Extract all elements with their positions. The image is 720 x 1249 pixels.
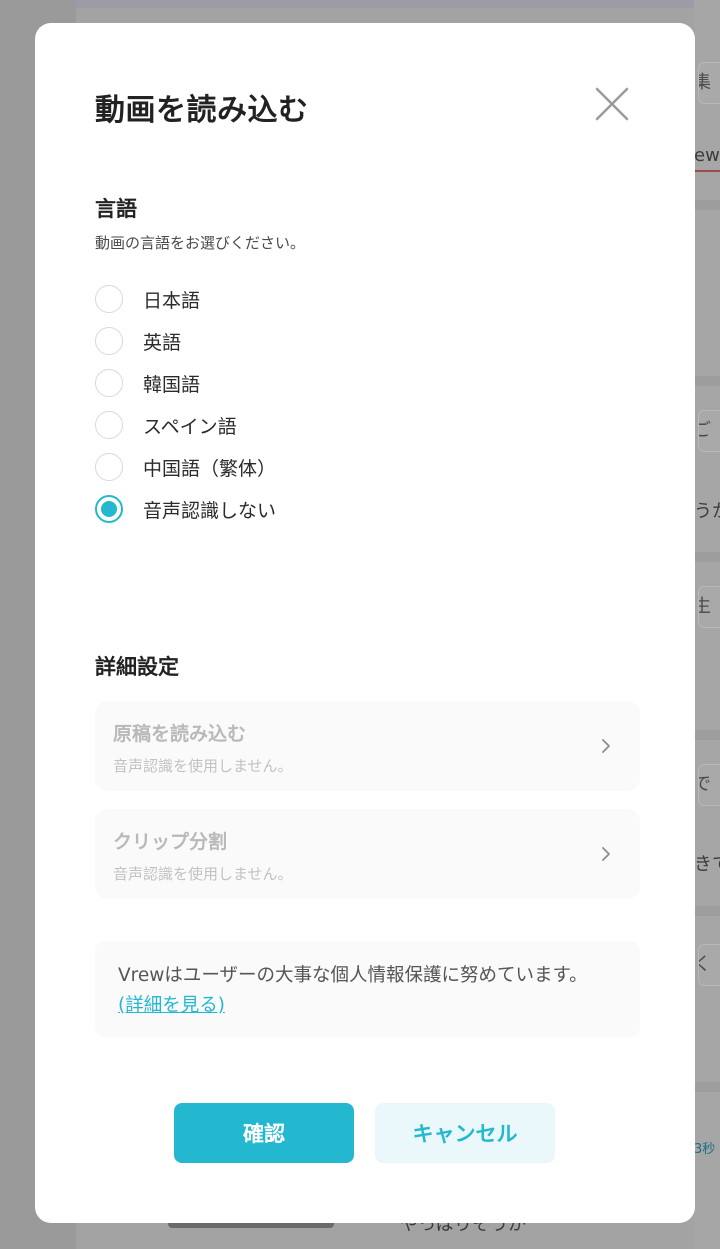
privacy-text: Vrewはユーザーの大事な個人情報保護に努めています。 (118, 965, 588, 986)
language-option-korean[interactable]: 韓国語 (95, 362, 276, 404)
radio-button[interactable] (95, 411, 123, 439)
language-option-no-speech-recognition[interactable]: 音声認識しない (95, 488, 276, 530)
close-icon (595, 87, 629, 121)
card-title: クリップ分割 (113, 831, 228, 853)
clip-split-card[interactable]: クリップ分割 音声認識を使用しません。 (95, 809, 640, 899)
background-text: うか (694, 501, 720, 522)
language-option-label: スペイン語 (143, 415, 237, 438)
card-title: 原稿を読み込む (113, 723, 247, 745)
radio-button[interactable] (95, 327, 123, 355)
chevron-right-icon (602, 739, 610, 753)
background-text: きて (694, 854, 720, 875)
background-duration: 3秒 (694, 1142, 716, 1157)
background-right-panel: 集 ew ご うか 生 で きて く 3秒 (694, 0, 720, 1249)
background-divider (694, 730, 720, 740)
language-section-title: 言語 (95, 197, 137, 221)
language-option-label: 日本語 (143, 289, 201, 312)
language-option-label: 英語 (143, 331, 182, 354)
language-option-label: 音声認識しない (143, 499, 277, 522)
card-subtitle: 音声認識を使用しません。 (113, 757, 293, 775)
dialog-title: 動画を読み込む (95, 93, 309, 128)
language-option-english[interactable]: 英語 (95, 320, 276, 362)
background-divider (694, 1082, 720, 1092)
radio-button[interactable] (95, 453, 123, 481)
radio-button[interactable] (95, 285, 123, 313)
privacy-notice: Vrewはユーザーの大事な個人情報保護に努めています。 (詳細を見る) (95, 941, 640, 1037)
background-divider (694, 376, 720, 386)
background-chip: ご (698, 410, 720, 452)
background-chip: く (698, 944, 720, 986)
import-script-card[interactable]: 原稿を読み込む 音声認識を使用しません。 (95, 701, 640, 791)
background-divider (694, 552, 720, 562)
radio-button[interactable] (95, 369, 123, 397)
background-underline (694, 170, 720, 172)
privacy-details-link[interactable]: (詳細を見る) (118, 995, 225, 1016)
card-subtitle: 音声認識を使用しません。 (113, 865, 293, 883)
background-chip: 集 (698, 62, 720, 104)
background-chip: で (698, 764, 720, 806)
chevron-right-icon (602, 847, 610, 861)
close-button[interactable] (591, 83, 633, 125)
radio-button-selected[interactable] (95, 495, 123, 523)
cancel-button[interactable]: キャンセル (375, 1103, 555, 1163)
confirm-button[interactable]: 確認 (174, 1103, 354, 1163)
background-topbar (76, 0, 720, 8)
background-text: ew (694, 145, 720, 166)
import-video-dialog: 動画を読み込む 言語 動画の言語をお選びください。 日本語 英語 韓国語 スペイ… (35, 23, 695, 1223)
advanced-settings-title: 詳細設定 (95, 655, 179, 679)
language-option-chinese-traditional[interactable]: 中国語（繁体） (95, 446, 276, 488)
background-divider (694, 200, 720, 210)
language-option-japanese[interactable]: 日本語 (95, 278, 276, 320)
background-divider (694, 906, 720, 916)
language-option-label: 韓国語 (143, 373, 201, 396)
language-option-label: 中国語（繁体） (143, 457, 277, 480)
language-radio-group: 日本語 英語 韓国語 スペイン語 中国語（繁体） 音声認識しない (95, 278, 276, 530)
background-chip: 生 (698, 586, 720, 628)
language-description: 動画の言語をお選びください。 (95, 234, 306, 252)
language-option-spanish[interactable]: スペイン語 (95, 404, 276, 446)
